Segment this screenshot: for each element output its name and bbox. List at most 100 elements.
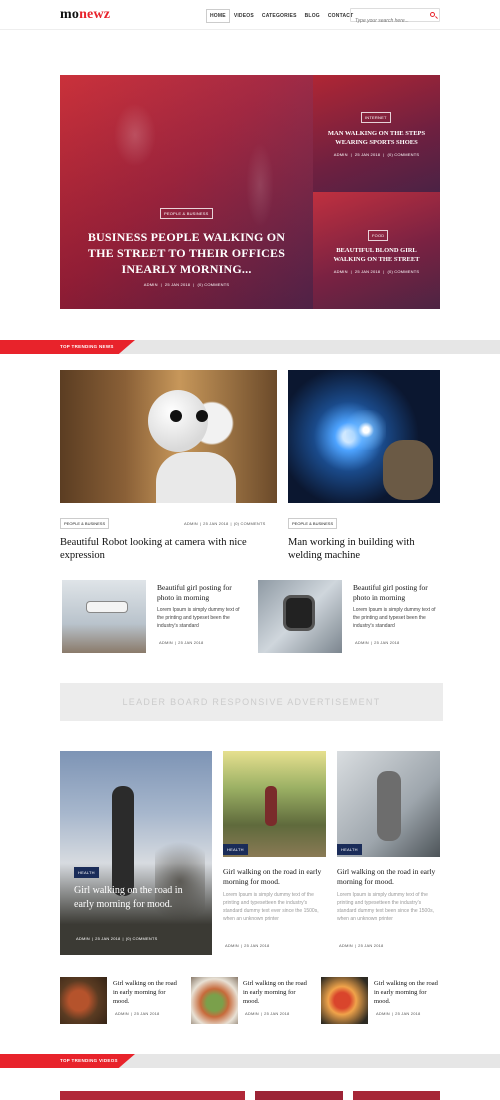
hero-side-card-2[interactable]: FOOD BEAUTIFUL BLOND GIRL WALKING ON THE… [313, 192, 440, 309]
health-card1-tag[interactable]: HEALTH [223, 844, 248, 855]
meta-date: 25 JAN 2018 [134, 1011, 160, 1016]
feature1-tag[interactable]: PEOPLE & BUSINESS [60, 518, 110, 529]
robot-eye [196, 410, 208, 422]
search-input[interactable] [351, 15, 426, 27]
feature1-title[interactable]: Beautiful Robot looking at camera with n… [60, 536, 265, 562]
hero-side1-title[interactable]: MAN WALKING ON THE STEPS WEARING SPORTS … [323, 129, 430, 147]
health-card1-excerpt: Lorem Ipsum is simply dummy text of the … [223, 892, 319, 922]
video-thumb-3[interactable] [353, 1091, 440, 1100]
health-card2-image[interactable]: HEALTH [337, 751, 440, 857]
meta-comments[interactable]: (0) COMMENTS [197, 282, 229, 287]
hero-side-card-1[interactable]: INTERNET MAN WALKING ON THE STEPS WEARIN… [313, 75, 440, 192]
meta-comments[interactable]: (0) COMMENTS [387, 152, 419, 157]
feature2-tag[interactable]: PEOPLE & BUSINESS [288, 518, 338, 529]
section-label: TOP TRENDING NEWS [0, 340, 135, 354]
meta-date: 25 JAN 2018 [264, 1011, 290, 1016]
meta-date: 25 JAN 2018 [244, 943, 270, 948]
section-heading: TOP TRENDING VIDEOS [60, 1058, 118, 1063]
health-card1-image[interactable]: HEALTH [223, 751, 326, 857]
nav-videos[interactable]: VIDEOS [230, 9, 258, 23]
meta-author[interactable]: ADMIN [184, 521, 198, 526]
meta-date: 25 JAN 2018 [354, 152, 381, 157]
leaderboard-ad[interactable]: LEADER BOARD RESPONSIVE ADVERTISEMENT [60, 683, 443, 721]
video-thumb-1[interactable] [60, 1091, 245, 1100]
small1-image[interactable] [62, 580, 146, 653]
weld-spark [346, 410, 386, 450]
meta-author[interactable]: ADMIN [76, 936, 90, 941]
meta-author[interactable]: ADMIN [334, 269, 348, 274]
feature1-meta: ADMIN | 25 JAN 2018 | (0) COMMENTS [184, 521, 266, 526]
nav-home[interactable]: HOME [206, 9, 230, 23]
hero-main-tag[interactable]: PEOPLE & BUSINESS [160, 208, 213, 219]
feature2-image[interactable] [288, 370, 440, 503]
search-icon[interactable] [430, 12, 435, 17]
hero-main-meta: ADMIN | 25 JAN 2018 | (0) COMMENTS [143, 282, 230, 287]
mini3-image[interactable] [321, 977, 368, 1024]
welder-hand [383, 440, 433, 500]
tree-shape [155, 831, 205, 931]
site-logo[interactable]: monewz [60, 7, 110, 23]
small2-image[interactable] [258, 580, 342, 653]
hero-main-card[interactable]: PEOPLE & BUSINESS BUSINESS PEOPLE WALKIN… [60, 75, 313, 309]
meta-author[interactable]: ADMIN [376, 1011, 390, 1016]
fitness-figure [377, 771, 401, 841]
meta-date: 25 JAN 2018 [203, 521, 229, 526]
mini2-image[interactable] [191, 977, 238, 1024]
meta-date: 25 JAN 2018 [354, 269, 381, 274]
hero-side2-meta: ADMIN | 25 JAN 2018 | (0) COMMENTS [333, 269, 420, 274]
logo-text-part2: newz [79, 7, 111, 22]
mini1-title[interactable]: Girl walking on the road in early mornin… [113, 979, 181, 1006]
feature2-title[interactable]: Man working in building with welding mac… [288, 536, 438, 562]
meta-date: 25 JAN 2018 [358, 943, 384, 948]
nav-blog[interactable]: BLOG [301, 9, 324, 23]
hero-grid: PEOPLE & BUSINESS BUSINESS PEOPLE WALKIN… [60, 75, 440, 309]
meta-author[interactable]: ADMIN [159, 640, 173, 645]
health-big-card[interactable]: HEALTH Girl walking on the road in early… [60, 751, 212, 955]
meta-date: 25 JAN 2018 [374, 640, 400, 645]
mini1-meta: ADMIN | 25 JAN 2018 [115, 1011, 160, 1016]
hero-side1-tag[interactable]: INTERNET [361, 112, 391, 123]
mini1-image[interactable] [60, 977, 107, 1024]
hero-side2-title[interactable]: BEAUTIFUL BLOND GIRL WALKING ON THE STRE… [323, 246, 430, 264]
hero-main-title[interactable]: BUSINESS PEOPLE WALKING ON THE STREET TO… [80, 229, 293, 277]
health-card1-title[interactable]: Girl walking on the road in early mornin… [223, 867, 326, 887]
section-bar-trending-news: TOP TRENDING NEWS [0, 340, 500, 354]
health-big-meta: ADMIN | 25 JAN 2018 | (0) COMMENTS [76, 936, 158, 941]
robot-eye [170, 410, 182, 422]
small1-excerpt: Lorem Ipsum is simply dummy text of the … [157, 607, 240, 629]
meta-comments[interactable]: (0) COMMENTS [234, 521, 266, 526]
meta-author[interactable]: ADMIN [144, 282, 158, 287]
health-card2-tag[interactable]: HEALTH [337, 844, 362, 855]
health-big-title[interactable]: Girl walking on the road in early mornin… [74, 884, 194, 912]
mini2-title[interactable]: Girl walking on the road in early mornin… [243, 979, 311, 1006]
robot-body [156, 452, 236, 503]
search-box [350, 8, 440, 27]
section-bar-trending-videos: TOP TRENDING VIDEOS [0, 1054, 500, 1068]
video-thumb-2[interactable] [255, 1091, 343, 1100]
meta-comments[interactable]: (0) COMMENTS [126, 936, 158, 941]
watch-shape [286, 598, 312, 628]
mini3-title[interactable]: Girl walking on the road in early mornin… [374, 979, 442, 1006]
nav-categories[interactable]: CATEGORIES [258, 9, 301, 23]
meta-date: 25 JAN 2018 [95, 936, 121, 941]
meta-author[interactable]: ADMIN [334, 152, 348, 157]
meta-date: 25 JAN 2018 [395, 1011, 421, 1016]
meta-author[interactable]: ADMIN [225, 943, 239, 948]
meta-author[interactable]: ADMIN [245, 1011, 259, 1016]
health-card2-title[interactable]: Girl walking on the road in early mornin… [337, 867, 440, 887]
meta-comments[interactable]: (0) COMMENTS [387, 269, 419, 274]
small1-title[interactable]: Beautiful girl posting for photo in morn… [157, 583, 247, 603]
feature1-image[interactable] [60, 370, 277, 503]
meta-author[interactable]: ADMIN [115, 1011, 129, 1016]
yoga-figure [112, 786, 134, 896]
health-card2-meta: ADMIN | 25 JAN 2018 [339, 943, 384, 948]
drone-shape [87, 602, 127, 612]
hero-side2-tag[interactable]: FOOD [368, 230, 389, 241]
mini2-meta: ADMIN | 25 JAN 2018 [245, 1011, 290, 1016]
meta-author[interactable]: ADMIN [355, 640, 369, 645]
site-header: monewz HOME VIDEOS CATEGORIES BLOG CONTA… [0, 0, 500, 30]
health-big-tag[interactable]: HEALTH [74, 867, 99, 878]
meta-author[interactable]: ADMIN [339, 943, 353, 948]
small2-title[interactable]: Beautiful girl posting for photo in morn… [353, 583, 443, 603]
ad-text: LEADER BOARD RESPONSIVE ADVERTISEMENT [122, 697, 381, 707]
